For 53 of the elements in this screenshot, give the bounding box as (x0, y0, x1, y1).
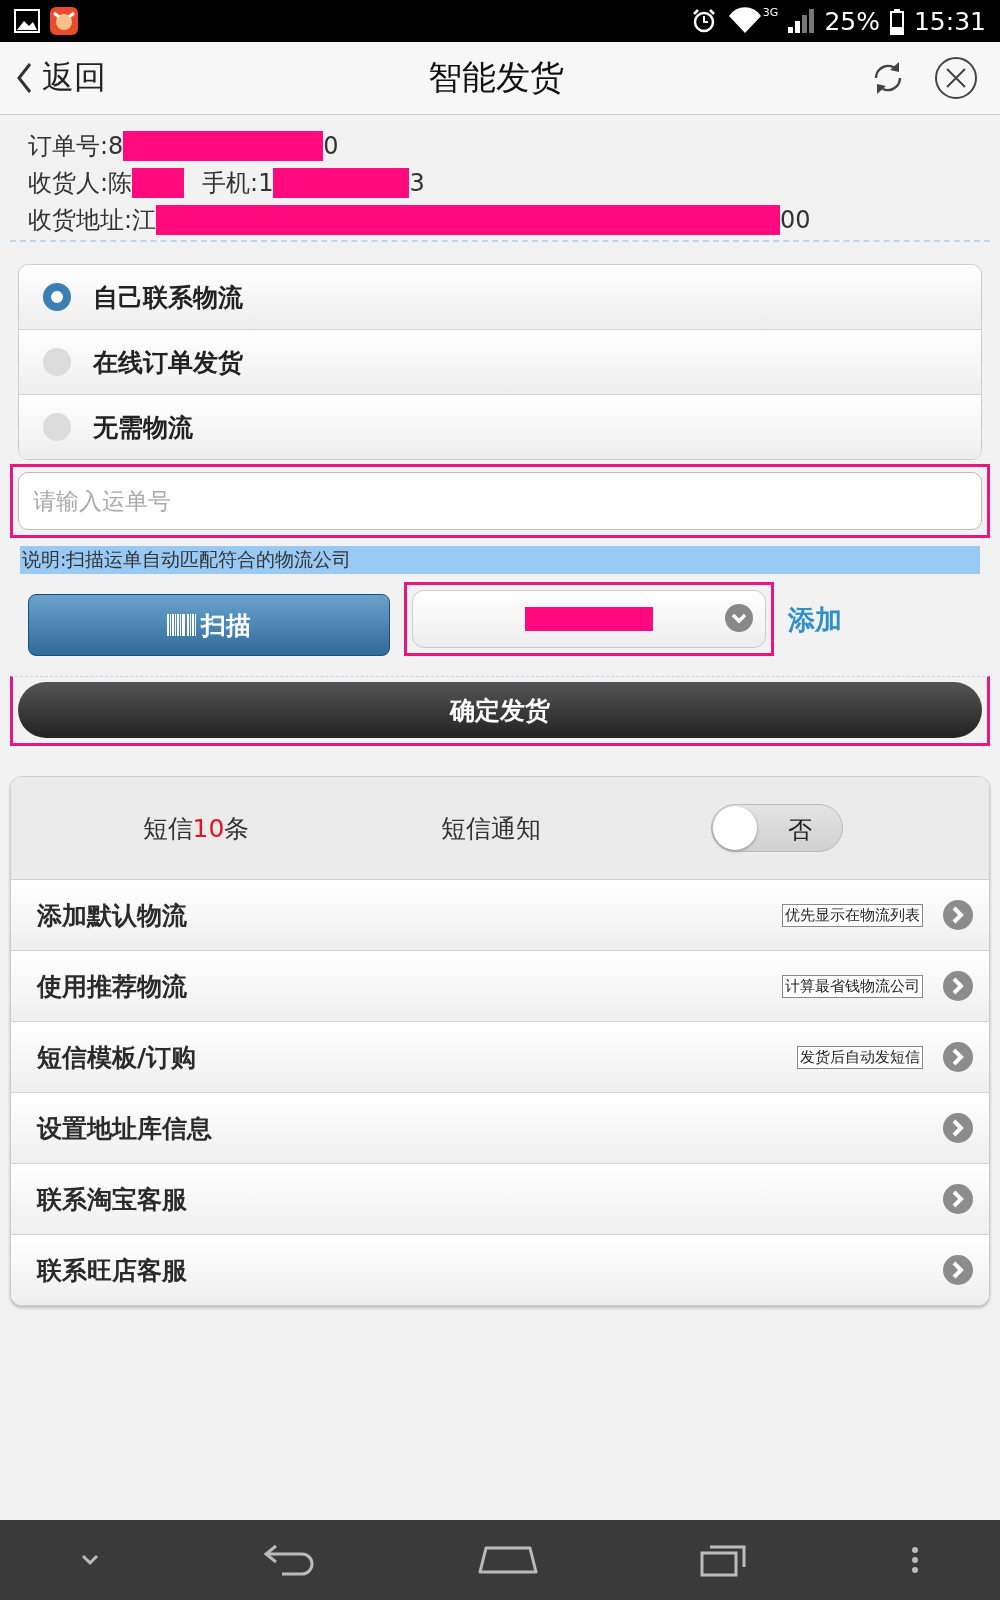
scan-button[interactable]: 扫描 (28, 594, 390, 656)
info-text: 订单号:8 (28, 130, 124, 162)
sms-count: 短信10条 (141, 812, 251, 845)
sms-toggle[interactable]: 否 (711, 804, 843, 852)
barcode-icon (167, 612, 197, 638)
menu-item[interactable]: 短信模板/订购 发货后自动发短信 (11, 1021, 989, 1092)
radio-option[interactable]: 在线订单发货 (19, 329, 981, 394)
info-text: 手机:1 (202, 167, 274, 199)
redaction-block (132, 167, 185, 198)
menu-tag: 计算最省钱物流公司 (782, 974, 923, 998)
sms-label: 短信通知 (440, 812, 542, 845)
menu-tag: 发货后自动发短信 (797, 1045, 923, 1069)
chevron-right-icon (943, 1113, 973, 1143)
battery-level: 25% (824, 8, 880, 34)
radio-option[interactable]: 无需物流 (19, 394, 981, 459)
confirm-button[interactable]: 确定发货 (18, 682, 982, 738)
menu-item[interactable]: 联系淘宝客服 (11, 1163, 989, 1234)
waybill-input[interactable]: 请输入运单号 (18, 472, 982, 530)
hint-text: 说明:扫描运单自动匹配符合的物流公司 (20, 546, 980, 574)
recent-apps-icon[interactable] (700, 1543, 749, 1577)
chevron-right-icon (943, 1042, 973, 1072)
page-title: 智能发货 (427, 56, 565, 99)
chevron-right-icon (943, 971, 973, 1001)
info-text: 3 (409, 168, 425, 197)
chevron-right-icon (943, 1184, 973, 1214)
menu-tag: 优先显示在物流列表 (782, 903, 923, 927)
gallery-icon (14, 9, 40, 33)
info-text: 00 (780, 205, 811, 234)
chevron-right-icon (943, 1255, 973, 1285)
info-text: 收货人:陈 (28, 167, 133, 199)
wifi-icon (726, 7, 763, 35)
chevron-down-icon[interactable] (81, 1554, 100, 1566)
menu-icon[interactable] (910, 1546, 919, 1574)
app-icon (50, 7, 78, 35)
home-icon[interactable] (477, 1544, 538, 1576)
signal-icon (788, 9, 815, 33)
chevron-left-icon (14, 61, 34, 95)
close-icon[interactable] (934, 56, 978, 100)
info-text: 0 (323, 131, 339, 160)
clock: 15:31 (913, 8, 986, 34)
menu-item[interactable]: 添加默认物流 优先显示在物流列表 (11, 879, 989, 950)
chevron-down-icon (725, 604, 753, 632)
battery-icon (889, 7, 904, 35)
radio-option[interactable]: 自己联系物流 (19, 265, 981, 329)
info-text: 收货地址:江 (28, 204, 157, 236)
menu-item[interactable]: 设置地址库信息 (11, 1092, 989, 1163)
network-type: 3G (762, 6, 779, 19)
carrier-dropdown[interactable] (412, 590, 766, 648)
menu-item[interactable]: 使用推荐物流 计算最省钱物流公司 (11, 950, 989, 1021)
menu-item[interactable]: 联系旺店客服 (11, 1234, 989, 1305)
chevron-right-icon (943, 900, 973, 930)
back-icon[interactable] (261, 1542, 316, 1578)
back-button[interactable]: 返回 (14, 56, 314, 100)
